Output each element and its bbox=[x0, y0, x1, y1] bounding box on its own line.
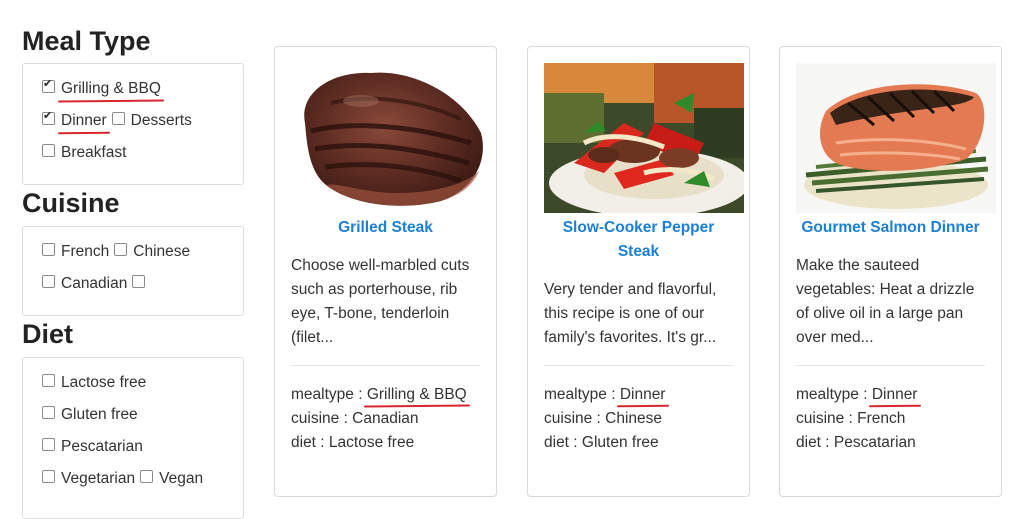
filter-row: Canadian bbox=[42, 272, 156, 296]
description-line: family's favorites. It's gr... bbox=[544, 329, 717, 346]
meta-diet: diet : Gluten free bbox=[544, 434, 659, 451]
recipe-title-link[interactable]: Gourmet Salmon Dinner bbox=[788, 216, 993, 240]
checkbox-checked-icon[interactable] bbox=[42, 77, 55, 93]
filter-option-label: Grilling & BBQ bbox=[61, 80, 161, 97]
checkbox-icon[interactable] bbox=[114, 242, 128, 256]
checkbox-icon[interactable] bbox=[42, 469, 55, 483]
description-line: Very tender and flavorful, bbox=[544, 281, 717, 298]
description-line: such as porterhouse, rib bbox=[291, 281, 458, 298]
recipe-image-steak[interactable] bbox=[291, 63, 491, 213]
checkbox-icon[interactable] bbox=[42, 143, 55, 157]
filter-row: Gluten free bbox=[42, 403, 143, 427]
filter-option-label: Chinese bbox=[133, 243, 191, 260]
checkbox-icon[interactable] bbox=[42, 242, 55, 256]
checkbox-icon[interactable] bbox=[42, 373, 55, 387]
filter-option-grilling-bbq[interactable]: Grilling & BBQ bbox=[42, 77, 161, 98]
description-line: Choose well-marbled cuts bbox=[291, 257, 470, 274]
filter-row: Breakfast bbox=[42, 141, 131, 165]
recipe-title-line[interactable]: Slow-Cooker Pepper bbox=[536, 216, 741, 240]
diet-filter-box: Lactose free Gluten free Pescatarian Veg… bbox=[22, 357, 244, 519]
description-line: Make the sauteed bbox=[796, 257, 920, 274]
description-line: over med... bbox=[796, 329, 874, 346]
recipe-meta: mealtype : Dinner cuisine : Chinese diet… bbox=[544, 383, 739, 455]
filter-row: Dinner Desserts bbox=[42, 109, 197, 133]
recipe-meta: mealtype : Grilling & BBQ cuisine : Cana… bbox=[291, 383, 486, 455]
filter-option-canadian[interactable]: Canadian bbox=[42, 274, 128, 293]
meta-mealtype: mealtype : Grilling & BBQ bbox=[291, 383, 486, 407]
cuisine-heading: Cuisine bbox=[22, 188, 120, 218]
description-line: eye, T-bone, tenderloin bbox=[291, 305, 450, 322]
filter-option-label: Canadian bbox=[61, 275, 128, 292]
meta-mealtype-key: mealtype : bbox=[544, 386, 620, 403]
meta-cuisine: cuisine : French bbox=[796, 410, 906, 427]
filter-option-vegetarian[interactable]: Vegetarian bbox=[42, 469, 136, 488]
filter-option-label: Dinner bbox=[61, 112, 107, 129]
diet-heading: Diet bbox=[22, 319, 74, 349]
filter-option-label: Gluten free bbox=[61, 406, 138, 423]
meta-mealtype-value: Dinner bbox=[619, 386, 666, 403]
meta-cuisine: cuisine : Chinese bbox=[544, 410, 663, 427]
checkbox-icon[interactable] bbox=[42, 405, 55, 419]
recipe-meta: mealtype : Dinner cuisine : French diet … bbox=[796, 383, 991, 455]
filter-option-breakfast[interactable]: Breakfast bbox=[42, 143, 127, 162]
description-line: of olive oil in a large pan bbox=[796, 305, 964, 322]
card-divider bbox=[796, 365, 985, 366]
filter-option-label: Pescatarian bbox=[61, 438, 143, 455]
filter-option-label: Vegan bbox=[159, 470, 204, 487]
checkbox-icon[interactable] bbox=[42, 274, 55, 288]
checkbox-icon[interactable] bbox=[140, 469, 154, 483]
recipe-description: Very tender and flavorful, this recipe i… bbox=[544, 278, 738, 350]
recipe-description: Choose well-marbled cuts such as porterh… bbox=[291, 254, 485, 350]
filter-option-desserts[interactable]: Desserts bbox=[111, 111, 192, 130]
description-line: vegetables: Heat a drizzle bbox=[796, 281, 975, 298]
meta-cuisine: cuisine : Canadian bbox=[291, 410, 419, 427]
filter-row: French Chinese bbox=[42, 240, 195, 264]
meal-type-filter-box: Grilling & BBQ Dinner Desserts Breakfast bbox=[22, 63, 244, 185]
filter-option-lactose-free[interactable]: Lactose free bbox=[42, 373, 147, 392]
filter-option-label: Desserts bbox=[130, 112, 192, 129]
filter-option-label: Breakfast bbox=[61, 144, 127, 161]
meta-mealtype: mealtype : Dinner bbox=[796, 383, 991, 407]
description-line: (filet... bbox=[291, 329, 334, 346]
description-line: this recipe is one of our bbox=[544, 305, 705, 322]
recipe-image-pepper-steak[interactable] bbox=[544, 63, 744, 213]
filter-option-vegan[interactable]: Vegan bbox=[140, 469, 204, 488]
recipe-card: Gourmet Salmon Dinner Make the sauteed v… bbox=[779, 46, 1002, 497]
recipe-card: Grilled Steak Choose well-marbled cuts s… bbox=[274, 46, 497, 497]
checkbox-checked-icon[interactable] bbox=[42, 109, 55, 125]
meta-mealtype-value: Grilling & BBQ bbox=[366, 386, 467, 403]
meta-diet: diet : Lactose free bbox=[291, 434, 415, 451]
checkbox-icon[interactable] bbox=[42, 437, 55, 451]
filter-option-dinner[interactable]: Dinner bbox=[42, 109, 107, 130]
meta-mealtype-key: mealtype : bbox=[796, 386, 872, 403]
filter-option-unlabeled[interactable] bbox=[132, 274, 151, 291]
filter-option-label: Lactose free bbox=[61, 374, 147, 391]
recipe-title-line[interactable]: Steak bbox=[536, 240, 741, 264]
recipe-title-link[interactable]: Grilled Steak bbox=[283, 216, 488, 240]
card-divider bbox=[544, 365, 733, 366]
meta-mealtype-value: Dinner bbox=[871, 386, 918, 403]
filter-option-label: French bbox=[61, 243, 110, 260]
filter-option-pescatarian[interactable]: Pescatarian bbox=[42, 437, 143, 456]
checkbox-icon[interactable] bbox=[111, 111, 125, 125]
filter-row: Vegetarian Vegan bbox=[42, 467, 208, 491]
recipe-description: Make the sauteed vegetables: Heat a driz… bbox=[796, 254, 990, 350]
meta-mealtype-key: mealtype : bbox=[291, 386, 367, 403]
meal-type-heading: Meal Type bbox=[22, 26, 151, 56]
recipe-title-link[interactable]: Slow-Cooker Pepper Steak bbox=[536, 216, 741, 264]
meta-diet: diet : Pescatarian bbox=[796, 434, 916, 451]
cuisine-filter-box: French Chinese Canadian bbox=[22, 226, 244, 316]
filter-option-chinese[interactable]: Chinese bbox=[114, 242, 191, 261]
card-divider bbox=[291, 365, 480, 366]
meta-mealtype: mealtype : Dinner bbox=[544, 383, 739, 407]
checkbox-icon[interactable] bbox=[132, 274, 146, 288]
filter-row: Lactose free bbox=[42, 371, 151, 395]
filter-row: Grilling & BBQ bbox=[42, 77, 166, 101]
recipe-image-salmon[interactable] bbox=[796, 63, 996, 213]
filter-row: Pescatarian bbox=[42, 435, 148, 459]
recipe-card: Slow-Cooker Pepper Steak Very tender and… bbox=[527, 46, 750, 497]
filter-option-label: Vegetarian bbox=[61, 470, 136, 487]
filter-option-gluten-free[interactable]: Gluten free bbox=[42, 405, 138, 424]
filter-option-french[interactable]: French bbox=[42, 242, 110, 261]
